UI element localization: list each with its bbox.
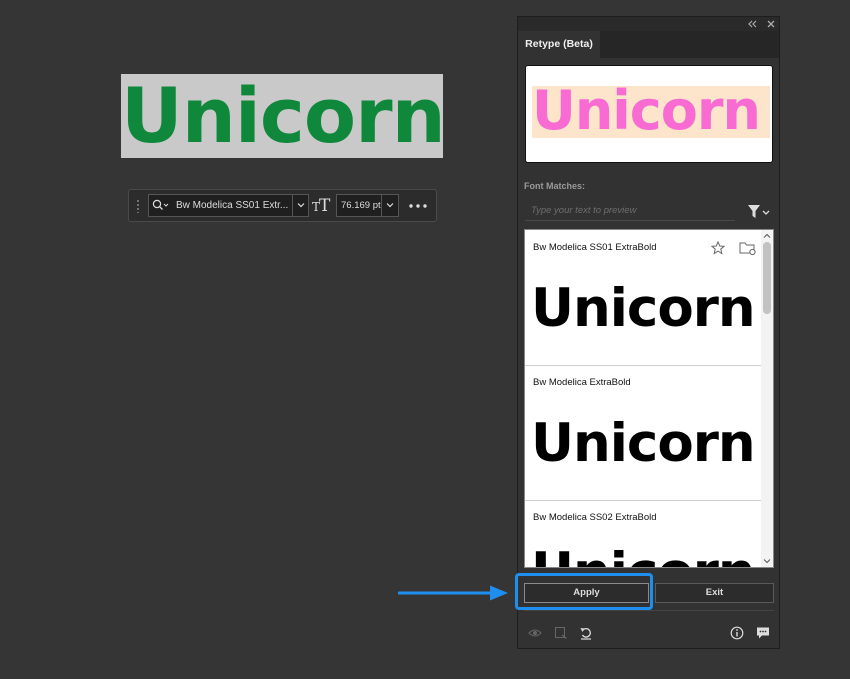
font-match-name: Bw Modelica SS01 ExtraBold [533, 242, 657, 253]
font-matches-list: Bw Modelica SS01 ExtraBold Unicorn Bw Mo… [524, 229, 774, 568]
canvas-text-object[interactable]: Unicorn [121, 74, 443, 158]
font-size-dropdown[interactable]: 76.169 pt [336, 194, 399, 217]
collapse-icon[interactable] [747, 19, 757, 29]
font-match-name: Bw Modelica SS02 ExtraBold [533, 512, 657, 523]
list-item[interactable]: Bw Modelica SS01 ExtraBold Unicorn [525, 230, 761, 366]
font-family-value: Bw Modelica SS01 Extr... [176, 200, 289, 211]
preview-text: Unicorn [532, 79, 761, 142]
font-match-sample: Unicorn [531, 538, 756, 567]
tab-retype[interactable]: Retype (Beta) [518, 31, 600, 58]
folder-icon[interactable] [739, 240, 757, 256]
panel-title-bar[interactable] [518, 17, 779, 31]
scrollbar-thumb[interactable] [763, 242, 771, 314]
chevron-down-icon[interactable] [296, 200, 306, 210]
chevron-down-icon[interactable] [763, 557, 771, 565]
reset-icon[interactable] [579, 626, 593, 640]
font-matches-label: Font Matches: [524, 181, 586, 191]
arrow-icon [398, 585, 508, 601]
eye-icon[interactable] [528, 626, 542, 640]
text-size-icon: T T [312, 195, 332, 216]
svg-text:T: T [319, 196, 331, 215]
star-icon[interactable] [711, 241, 725, 255]
chevron-up-icon[interactable] [763, 232, 771, 240]
selected-text-preview: Unicorn [525, 65, 773, 163]
chevron-down-icon[interactable] [385, 200, 395, 210]
search-icon [152, 199, 169, 210]
font-size-value: 76.169 pt [341, 200, 381, 211]
font-match-name: Bw Modelica ExtraBold [533, 377, 631, 388]
list-item[interactable]: Bw Modelica ExtraBold Unicorn [525, 365, 761, 501]
list-item[interactable]: Bw Modelica SS02 ExtraBold Unicorn [525, 500, 761, 567]
exit-button[interactable]: Exit [655, 583, 774, 603]
list-scrollbar[interactable] [761, 230, 773, 567]
close-icon[interactable] [766, 19, 776, 29]
font-match-sample: Unicorn [531, 413, 756, 474]
contextual-task-bar: Bw Modelica SS01 Extr... T T 76.169 pt [128, 189, 437, 222]
retype-panel: Retype (Beta) Unicorn Font Matches: Type… [517, 16, 780, 649]
apply-button-highlight [515, 573, 653, 610]
export-icon[interactable] [554, 626, 568, 640]
preview-text-input[interactable]: Type your text to preview [525, 201, 735, 221]
panel-tab-bar: Retype (Beta) [518, 31, 779, 58]
feedback-icon[interactable] [756, 626, 770, 640]
more-options-icon[interactable] [407, 199, 429, 213]
footer-divider [524, 610, 774, 611]
info-icon[interactable] [730, 626, 744, 640]
font-match-sample: Unicorn [531, 278, 756, 339]
font-family-dropdown[interactable]: Bw Modelica SS01 Extr... [148, 194, 309, 217]
drag-handle[interactable] [136, 199, 140, 213]
filter-icon[interactable] [747, 204, 771, 220]
